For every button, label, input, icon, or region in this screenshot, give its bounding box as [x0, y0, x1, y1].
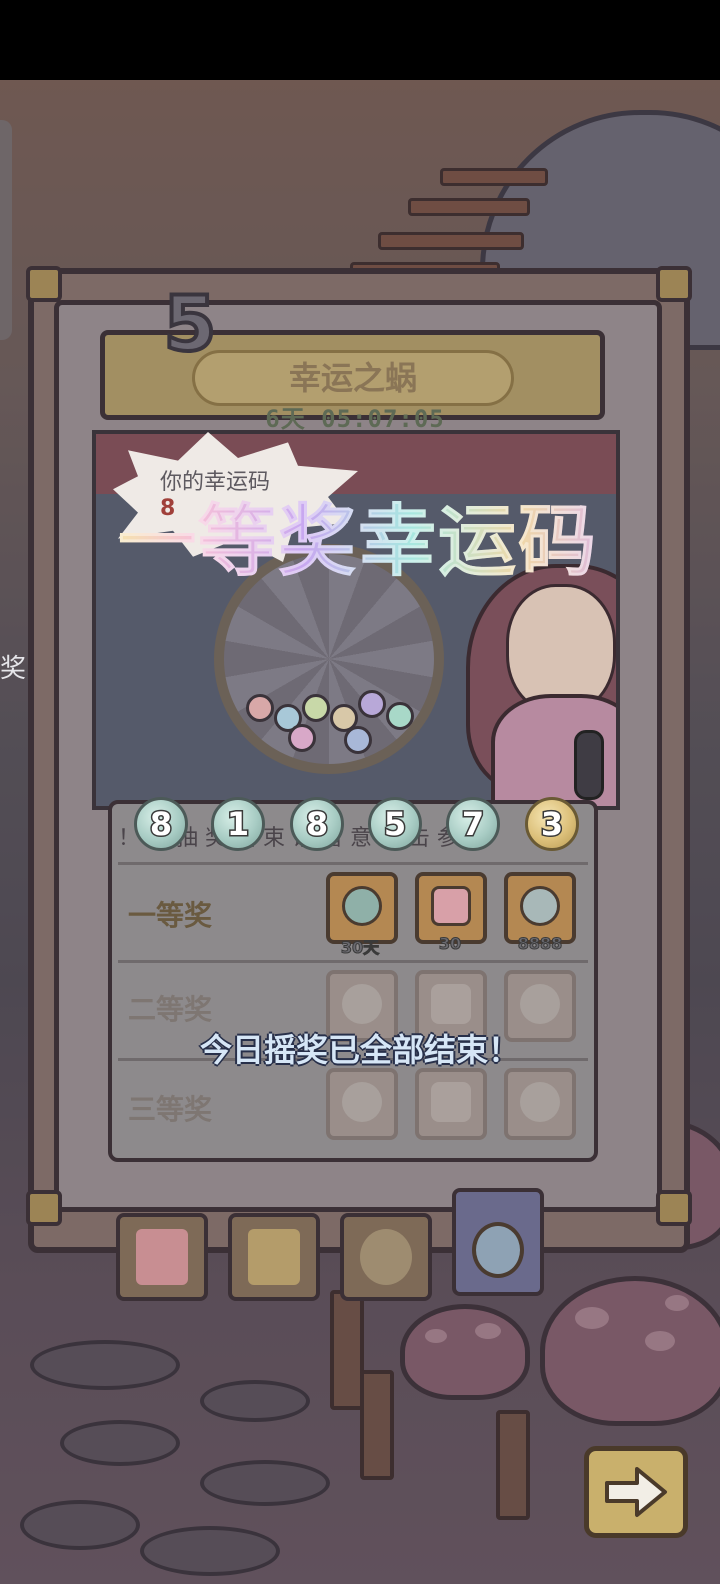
- clock-badge-icon: [342, 1082, 382, 1122]
- code-digit-ball: 8: [134, 797, 188, 851]
- cake-icon: [431, 886, 471, 926]
- lottery-ball: [288, 724, 316, 752]
- tab-card[interactable]: [228, 1213, 320, 1301]
- lottery-ball-icon: [472, 1222, 524, 1278]
- clock-badge-icon: [342, 886, 382, 926]
- code-digit-ball: 1: [211, 797, 265, 851]
- code-digit: 3: [539, 805, 564, 843]
- event-title: 幸运之蜗: [288, 359, 417, 397]
- code-digit: 5: [382, 805, 407, 843]
- corner-rivet: [26, 1190, 62, 1226]
- cake-icon: [431, 984, 471, 1024]
- prize-slot[interactable]: [504, 1068, 576, 1140]
- status-bar: [0, 0, 720, 80]
- prize-caption: 8888: [517, 934, 563, 954]
- prize-caption: 30: [438, 934, 462, 954]
- lottery-finished-message: 今日摇奖已全部结束！: [199, 1031, 520, 1069]
- lottery-ball: [386, 702, 414, 730]
- side-panel-edge[interactable]: [0, 120, 12, 340]
- first-prize-code-banner: 一等奖幸运码: [88, 492, 628, 592]
- tier-label-first: 一等奖: [128, 899, 213, 932]
- corner-rivet: [26, 266, 62, 302]
- tier-label-second: 二等奖: [128, 993, 213, 1026]
- tab-lollipop[interactable]: [340, 1213, 432, 1301]
- code-digit: 8: [304, 805, 329, 843]
- lottery-ball: [358, 690, 386, 718]
- panel-hint-text: ！ 天 抽 奖 结 束 请 留 意 点 击 参 加: [118, 826, 488, 850]
- prize-slot[interactable]: [415, 1068, 487, 1140]
- corner-rivet: [656, 1190, 692, 1226]
- round-number: 5: [162, 279, 219, 368]
- prize-caption: 30天: [340, 938, 380, 958]
- snail-ghost-icon: [520, 886, 560, 926]
- microphone-icon: [574, 730, 604, 800]
- code-digit: 7: [460, 805, 485, 843]
- code-digit-ball: 8: [290, 797, 344, 851]
- row-divider: [118, 960, 588, 963]
- row-divider: [118, 862, 588, 865]
- cake-icon: [136, 1229, 188, 1285]
- code-digit-ball-highlight: 3: [525, 797, 579, 851]
- code-digit: 1: [225, 805, 250, 843]
- code-digit: 8: [148, 805, 173, 843]
- corner-rivet: [656, 266, 692, 302]
- right-arrow-icon: [605, 1467, 667, 1517]
- tier-label-third: 三等奖: [128, 1093, 213, 1126]
- clock-badge-icon: [342, 984, 382, 1024]
- card-icon: [248, 1229, 300, 1285]
- tab-cake[interactable]: [116, 1213, 208, 1301]
- lottery-ball: [246, 694, 274, 722]
- prize-slot[interactable]: [326, 1068, 398, 1140]
- cake-icon: [431, 1082, 471, 1122]
- tab-lottery[interactable]: [452, 1188, 544, 1296]
- code-digit-ball: 7: [446, 797, 500, 851]
- lottery-ball: [302, 694, 330, 722]
- code-digit-ball: 5: [368, 797, 422, 851]
- snail-ghost-icon: [520, 984, 560, 1024]
- lottery-ball: [344, 726, 372, 754]
- next-button[interactable]: [584, 1446, 688, 1538]
- lollipop-icon: [360, 1229, 412, 1285]
- snail-ghost-icon: [520, 1082, 560, 1122]
